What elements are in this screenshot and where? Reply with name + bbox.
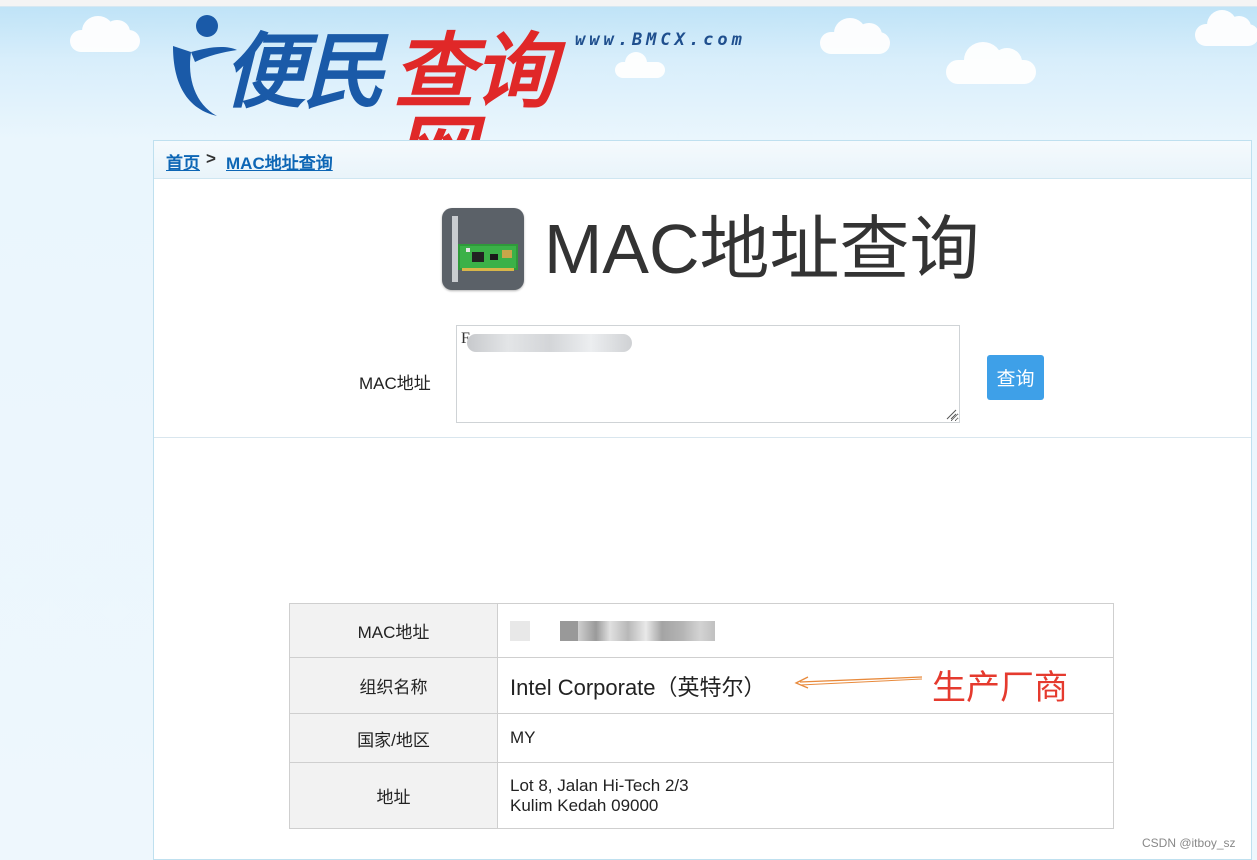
top-rule — [0, 0, 1257, 7]
breadcrumb-current-link[interactable]: MAC地址查询 — [226, 149, 333, 174]
address-line-2: Kulim Kedah 09000 — [510, 795, 659, 815]
mac-address-label: MAC地址 — [359, 374, 431, 393]
address-line-1: Lot 8, Jalan Hi-Tech 2/3 — [510, 775, 689, 795]
section-divider — [154, 437, 1251, 438]
row-key: MAC地址 — [289, 603, 498, 658]
row-key: 地址 — [289, 762, 498, 829]
watermark: CSDN @itboy_sz — [1142, 836, 1236, 850]
cloud-decoration — [820, 18, 890, 54]
result-table: MAC地址 组织名称 Intel Corporate（英特尔） 国家/地区 MY… — [289, 603, 1114, 829]
breadcrumb-home-link[interactable]: 首页 — [166, 149, 200, 174]
table-row: MAC地址 — [289, 603, 1114, 658]
query-button[interactable]: 查询 — [987, 355, 1044, 400]
mac-address-input[interactable]: F — [456, 325, 960, 423]
logo-url-text: www.BMCX.com — [575, 30, 746, 50]
annotation-arrow-icon — [794, 676, 923, 689]
cloud-decoration — [946, 42, 1036, 84]
page-title: MAC地址查询 — [544, 210, 980, 288]
row-value-country: MY — [497, 713, 1114, 763]
row-key: 国家/地区 — [289, 713, 498, 763]
redacted-mac-value — [467, 334, 632, 352]
row-value-address: Lot 8, Jalan Hi-Tech 2/3 Kulim Kedah 090… — [497, 762, 1114, 829]
table-row: 地址 Lot 8, Jalan Hi-Tech 2/3 Kulim Kedah … — [289, 762, 1114, 829]
row-key: 组织名称 — [289, 657, 498, 714]
row-value — [497, 603, 1114, 658]
cloud-decoration — [70, 16, 140, 52]
network-card-icon — [442, 208, 524, 290]
resize-grip-icon[interactable] — [945, 408, 957, 420]
breadcrumb: 首页 > MAC地址查询 — [154, 141, 1251, 179]
breadcrumb-separator: > — [206, 149, 216, 168]
table-row: 国家/地区 MY — [289, 713, 1114, 763]
redacted-mac-value — [510, 620, 715, 641]
main-panel: 首页 > MAC地址查询 MAC地址查询 MAC地址 F 查询 MAC地址 组织… — [153, 140, 1252, 860]
cloud-decoration — [1195, 10, 1257, 46]
annotation-label: 生产厂商 — [932, 670, 1068, 707]
site-logo[interactable]: 便民 查询网 www.BMCX.com — [165, 8, 742, 196]
logo-text-blue: 便民 — [223, 27, 385, 118]
